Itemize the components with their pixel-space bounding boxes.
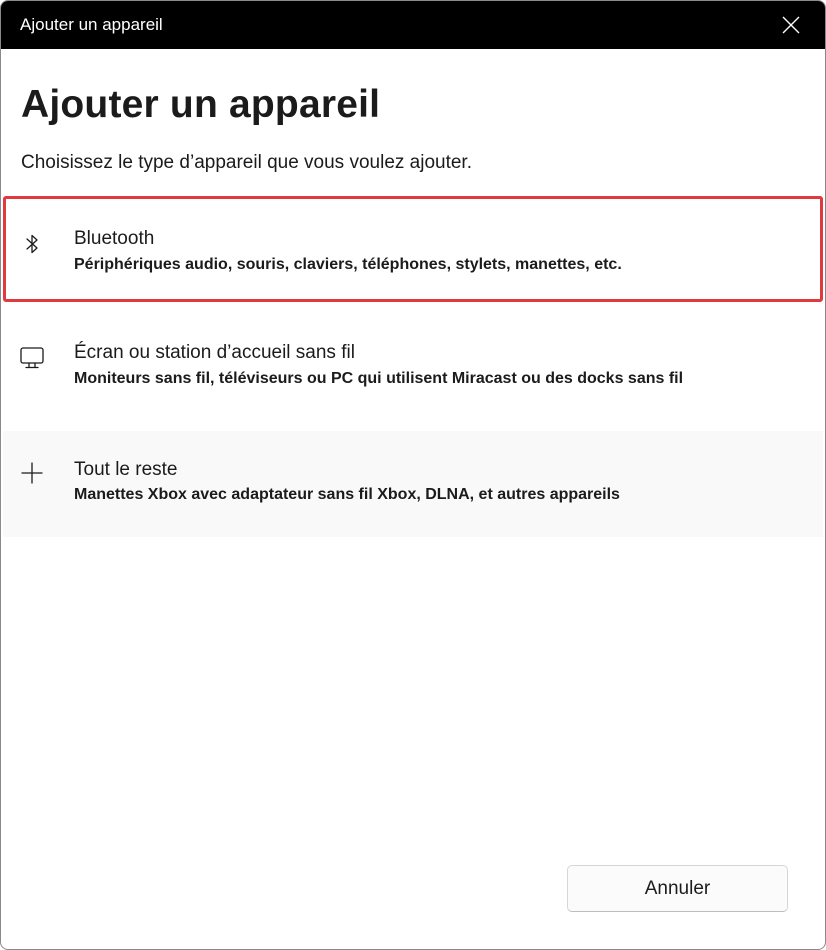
title-bar: Ajouter un appareil [1, 1, 825, 49]
close-icon [782, 16, 800, 34]
add-device-dialog: Ajouter un appareil Ajouter un appareil … [0, 0, 826, 950]
bluetooth-icon [26, 234, 38, 254]
option-wireless-display[interactable]: Écran ou station d’accueil sans fil Moni… [3, 313, 823, 419]
option-bluetooth[interactable]: Bluetooth Périphériques audio, souris, c… [3, 196, 823, 302]
option-description: Moniteurs sans fil, téléviseurs ou PC qu… [74, 370, 684, 387]
option-title: Écran ou station d’accueil sans fil [74, 342, 355, 363]
option-description: Périphériques audio, souris, claviers, t… [74, 256, 622, 273]
option-title: Tout le reste [74, 459, 178, 480]
page-subtitle: Choisissez le type d’appareil que vous v… [21, 152, 472, 173]
cancel-button[interactable]: Annuler [567, 865, 788, 912]
option-everything-else[interactable]: Tout le reste Manettes Xbox avec adaptat… [3, 431, 823, 537]
option-title: Bluetooth [74, 228, 155, 249]
window-title: Ajouter un appareil [20, 15, 163, 34]
page-title: Ajouter un appareil [21, 83, 381, 126]
close-button[interactable] [757, 1, 825, 49]
monitor-icon [20, 347, 44, 369]
option-description: Manettes Xbox avec adaptateur sans fil X… [74, 486, 620, 503]
plus-icon [21, 462, 43, 484]
